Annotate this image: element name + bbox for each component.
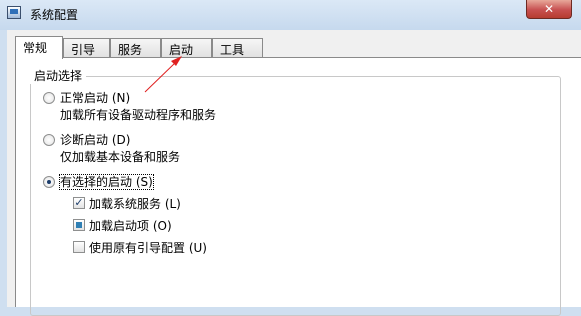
diagnostic-startup-description: 仅加载基本设备和服务 xyxy=(60,150,181,164)
close-icon: ✕ xyxy=(543,2,555,16)
tab-services[interactable]: 服务 xyxy=(110,38,161,57)
tab-tools[interactable]: 工具 xyxy=(212,38,263,57)
title-bar[interactable]: 系统配置 ✕ xyxy=(0,0,581,30)
diagnostic-startup-label[interactable]: 诊断启动 (D) xyxy=(60,131,130,148)
tab-label: 工具 xyxy=(220,43,245,57)
tab-general[interactable]: 常规 xyxy=(15,36,63,59)
dialog-client-area: 常规 引导 服务 启动 工具 启动选择 正常启动 (N) 加载所有设备驱动程序和… xyxy=(7,30,581,316)
tab-label: 服务 xyxy=(118,43,143,57)
close-button[interactable]: ✕ xyxy=(526,0,572,19)
window-title: 系统配置 xyxy=(30,8,79,22)
normal-startup-description: 加载所有设备驱动程序和服务 xyxy=(60,108,217,122)
system-config-icon xyxy=(7,6,21,19)
tab-boot[interactable]: 引导 xyxy=(63,38,110,57)
tab-startup[interactable]: 启动 xyxy=(161,38,212,57)
diagnostic-startup-radio[interactable] xyxy=(43,134,55,146)
normal-startup-radio[interactable] xyxy=(43,92,55,104)
selective-startup-label[interactable]: 有选择的启动 (S) xyxy=(59,173,154,190)
load-system-services-label[interactable]: 加载系统服务 (L) xyxy=(89,195,181,212)
tab-panel-general: 启动选择 正常启动 (N) 加载所有设备驱动程序和服务 诊断启动 (D) 仅加载… xyxy=(15,57,581,316)
normal-startup-label[interactable]: 正常启动 (N) xyxy=(60,89,130,106)
tab-label: 引导 xyxy=(71,43,96,57)
load-startup-items-checkbox[interactable] xyxy=(73,219,85,231)
selective-startup-label-text: 有选择的启动 (S) xyxy=(59,174,154,190)
group-legend: 启动选择 xyxy=(30,67,87,84)
check-icon: ✓ xyxy=(74,196,84,209)
load-system-services-checkbox[interactable]: ✓ xyxy=(73,197,85,209)
load-startup-items-label[interactable]: 加载启动项 (O) xyxy=(89,217,172,234)
tab-label: 常规 xyxy=(23,41,48,55)
use-original-boot-config-label[interactable]: 使用原有引导配置 (U) xyxy=(89,239,207,256)
use-original-boot-config-checkbox[interactable] xyxy=(73,241,85,253)
tab-label: 启动 xyxy=(169,43,194,57)
selective-startup-radio[interactable] xyxy=(43,176,55,188)
